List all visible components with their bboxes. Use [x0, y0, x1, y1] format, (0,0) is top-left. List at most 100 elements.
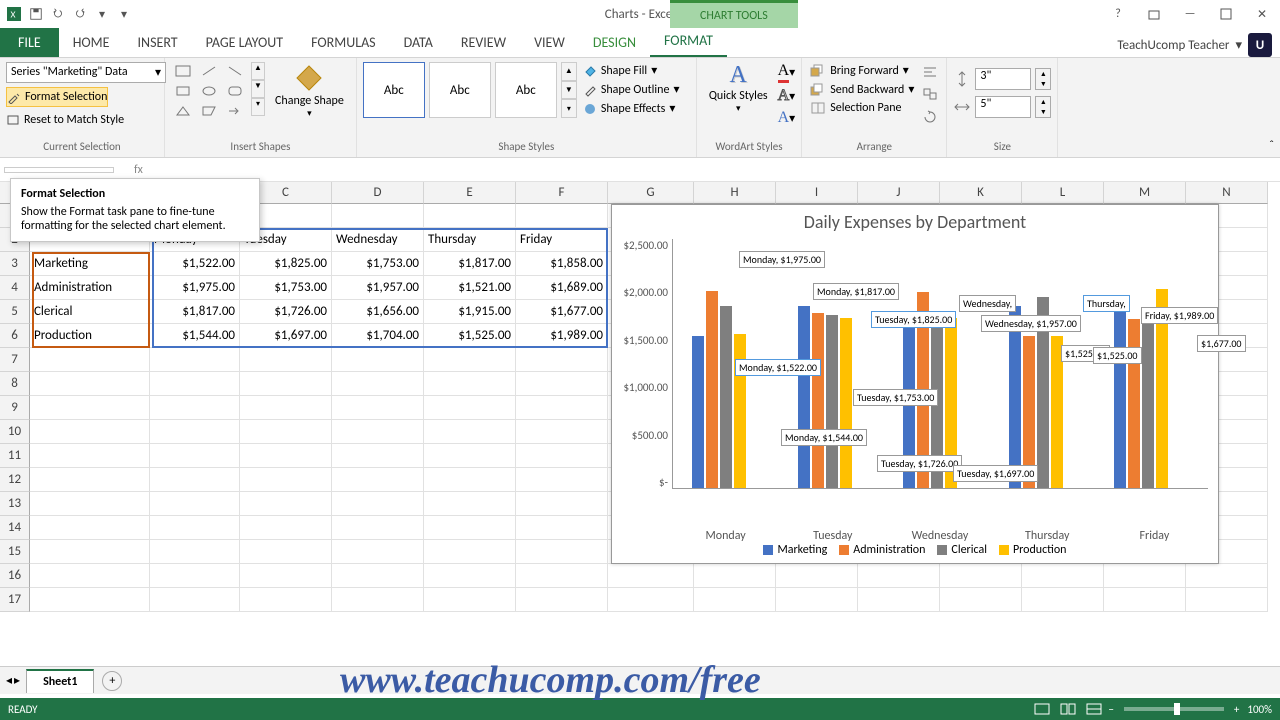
chart-data-label[interactable]: Thursday, [1083, 295, 1130, 312]
cell[interactable] [516, 468, 608, 492]
cell[interactable] [240, 588, 332, 612]
cell[interactable]: $1,753.00 [332, 252, 424, 276]
cell[interactable]: Wednesday [332, 228, 424, 252]
chart-data-label[interactable]: Tuesday, $1,825.00 [871, 311, 956, 328]
shape-width-input[interactable]: 5" [975, 96, 1031, 118]
width-down-icon[interactable]: ▼ [1036, 107, 1050, 117]
cell[interactable] [424, 348, 516, 372]
page-layout-view-icon[interactable] [1056, 700, 1080, 718]
cell[interactable] [150, 396, 240, 420]
group-button[interactable] [920, 84, 940, 104]
save-icon[interactable] [26, 4, 46, 24]
row-header[interactable]: 11 [0, 444, 30, 468]
x-axis-label[interactable]: Friday [1101, 529, 1208, 543]
shape-text-box-icon[interactable] [171, 62, 195, 80]
chart-data-label[interactable]: $1,677.00 [1197, 335, 1246, 352]
cell[interactable] [940, 588, 1022, 612]
cell[interactable]: $1,975.00 [150, 276, 240, 300]
align-button[interactable] [920, 62, 940, 82]
row-header[interactable]: 13 [0, 492, 30, 516]
cell[interactable] [1022, 564, 1104, 588]
chart-bar[interactable] [1009, 306, 1021, 488]
text-outline-button[interactable]: A▾ [778, 87, 796, 105]
tab-data[interactable]: DATA [390, 28, 447, 57]
cell[interactable] [150, 348, 240, 372]
text-effects-button[interactable]: A▾ [778, 109, 796, 127]
chart-bar[interactable] [798, 306, 810, 489]
tab-page-layout[interactable]: PAGE LAYOUT [192, 28, 297, 57]
cell[interactable] [240, 492, 332, 516]
chart-bar[interactable] [706, 291, 718, 489]
shapes-scroll-down-icon[interactable]: ▼ [251, 80, 265, 98]
cell[interactable] [516, 540, 608, 564]
chart-bar[interactable] [826, 315, 838, 488]
cell[interactable] [240, 444, 332, 468]
chart-plot-area[interactable]: $2,500.00$2,000.00$1,500.00$1,000.00$500… [672, 239, 1208, 519]
cell[interactable] [332, 372, 424, 396]
chart-data-label[interactable]: Tuesday, $1,697.00 [953, 465, 1038, 482]
cell[interactable]: $1,915.00 [424, 300, 516, 324]
bring-forward-button[interactable]: Bring Forward▾ [808, 62, 916, 79]
gallery-scroll-up-icon[interactable]: ▲ [561, 62, 577, 81]
shape-styles-gallery[interactable]: Abc Abc Abc ▲ ▼ ▾ [363, 62, 577, 118]
cell[interactable]: $1,544.00 [150, 324, 240, 348]
cell[interactable]: $1,689.00 [516, 276, 608, 300]
cell[interactable] [332, 204, 424, 228]
cell[interactable] [424, 372, 516, 396]
new-sheet-button[interactable]: + [102, 671, 122, 691]
tab-format[interactable]: FORMAT [650, 26, 727, 57]
ribbon-options-icon[interactable] [1140, 4, 1168, 24]
height-up-icon[interactable]: ▲ [1036, 69, 1050, 79]
cell[interactable] [424, 444, 516, 468]
cell[interactable] [424, 396, 516, 420]
shape-arrow-icon[interactable] [223, 102, 247, 120]
chart-bar[interactable] [734, 334, 746, 488]
cell[interactable] [332, 396, 424, 420]
chart-data-label[interactable]: Monday, $1,522.00 [735, 359, 821, 376]
cell[interactable] [424, 420, 516, 444]
cell[interactable] [150, 492, 240, 516]
cell[interactable]: $1,817.00 [150, 300, 240, 324]
cell[interactable] [150, 372, 240, 396]
zoom-slider[interactable] [1124, 707, 1224, 711]
cell[interactable] [150, 588, 240, 612]
row-header[interactable]: 10 [0, 420, 30, 444]
cell[interactable] [240, 372, 332, 396]
legend-item[interactable]: Production [999, 543, 1067, 557]
user-name[interactable]: TeachUcomp Teacher [1117, 38, 1229, 53]
cell[interactable]: $1,704.00 [332, 324, 424, 348]
chart-y-axis[interactable]: $2,500.00$2,000.00$1,500.00$1,000.00$500… [614, 239, 668, 489]
x-axis-label[interactable]: Thursday [994, 529, 1101, 543]
cell[interactable] [30, 516, 150, 540]
column-header[interactable]: H [694, 182, 776, 204]
cell[interactable] [694, 564, 776, 588]
cell[interactable] [424, 468, 516, 492]
chart-title[interactable]: Daily Expenses by Department [612, 205, 1218, 239]
column-header[interactable]: K [940, 182, 1022, 204]
tab-file[interactable]: FILE [0, 28, 59, 57]
cell[interactable]: Thursday [424, 228, 516, 252]
cell[interactable]: $1,677.00 [516, 300, 608, 324]
cell[interactable] [240, 468, 332, 492]
cell[interactable] [30, 540, 150, 564]
cell[interactable] [1186, 588, 1268, 612]
send-backward-button[interactable]: Send Backward▾ [808, 81, 916, 98]
embedded-chart[interactable]: Daily Expenses by Department $2,500.00$2… [611, 204, 1219, 564]
cell[interactable] [240, 516, 332, 540]
zoom-out-icon[interactable]: − [1108, 703, 1113, 716]
page-break-view-icon[interactable] [1082, 700, 1106, 718]
column-header[interactable]: M [1104, 182, 1186, 204]
shape-line2-icon[interactable] [223, 62, 247, 80]
cell[interactable] [332, 516, 424, 540]
tab-design[interactable]: DESIGN [579, 28, 650, 57]
shape-line-icon[interactable] [197, 62, 221, 80]
row-header[interactable]: 8 [0, 372, 30, 396]
name-box[interactable] [4, 167, 114, 173]
qat-customize-icon[interactable]: ▾ [114, 4, 134, 24]
cell[interactable] [332, 468, 424, 492]
shape-effects-button[interactable]: Shape Effects▾ [581, 100, 682, 117]
shape-fill-button[interactable]: Shape Fill▾ [581, 62, 682, 79]
cell[interactable] [30, 588, 150, 612]
cell[interactable]: $1,817.00 [424, 252, 516, 276]
cell[interactable] [332, 540, 424, 564]
